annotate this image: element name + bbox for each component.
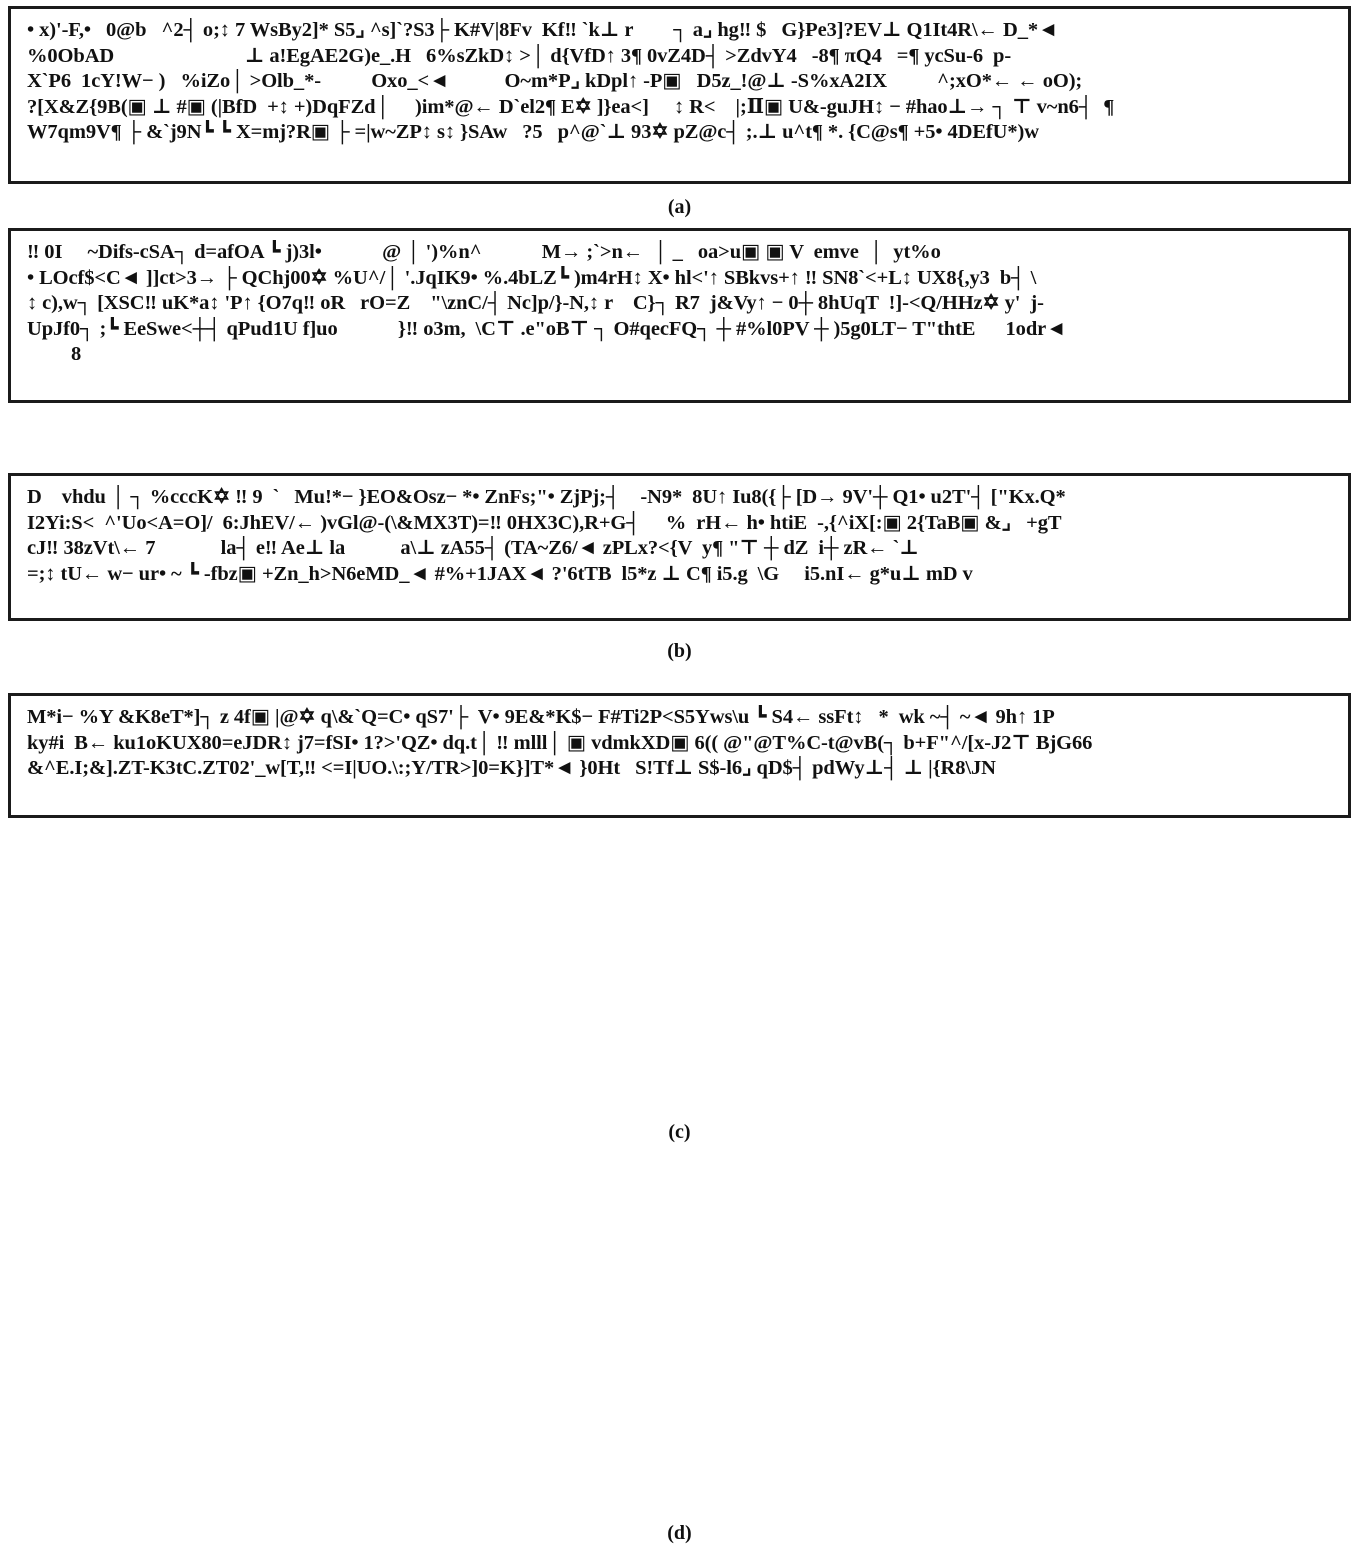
panel-a-line-1: • x)'-F,• 0@b ^2┤ o;↕ 7 WsBy2]* S5⌟ ^s]`… bbox=[27, 19, 1059, 41]
panel-c-line-2: I2Yi:S< ^'Uo<A=O]/ 6:JhEV/← )vGl@-(\&MX3… bbox=[27, 511, 1062, 534]
panel-c-text-box: D vhdu │ ┐ %cccK✡ ‼ 9 ` Mu!*− }EO&Osz− *… bbox=[8, 473, 1351, 621]
figure-page: • x)'-F,• 0@b ^2┤ o;↕ 7 WsBy2]* S5⌟ ^s]`… bbox=[0, 0, 1359, 1544]
panel-b-line-1: ‼ 0I ~Difs-cSA┐ d=afOA ┗ j)3l• @ │ ')%n^… bbox=[27, 241, 941, 263]
panel-b-line-3: ↕ c),w┐ [XSC‼ uK*a↕ 'P↑ {O7q‼ oR rO=Z "\… bbox=[27, 292, 1044, 314]
panel-c-caption: (c) bbox=[668, 1121, 691, 1143]
panel-c-line-3: cJ‼ 38zVt\← 7 la┤ e‼ Ae⊥ la a\⊥ zA55┤ (T… bbox=[27, 537, 919, 559]
panel-d-line-3: &^E.I;&].ZT-K3tC.ZT02'_w[T,‼ <=I|UO.\:;Y… bbox=[27, 757, 996, 779]
panel-a-text-box: • x)'-F,• 0@b ^2┤ o;↕ 7 WsBy2]* S5⌟ ^s]`… bbox=[8, 6, 1351, 184]
panel-b-caption: (b) bbox=[667, 640, 692, 662]
panel-c-line-4: =;↕ tU← w− ur• ~ ┗ -fbz▣ +Zn_h>N6eMD_◄ #… bbox=[27, 562, 973, 585]
panel-d-text-box: M*i− %Y &K8eT*]┐ z 4f▣ |@✡ q\&`Q=C• qS7'… bbox=[8, 693, 1351, 818]
panel-a-caption: (a) bbox=[667, 196, 692, 218]
panel-a-line-2: %0ObAD ⊥ a!EgAE2G)e_.H 6%sZkD↕ >│ d{VfD↑… bbox=[27, 44, 1012, 67]
panel-c-line-1: D vhdu │ ┐ %cccK✡ ‼ 9 ` Mu!*− }EO&Osz− *… bbox=[27, 486, 1066, 508]
panel-b-line-2: • LOcf$<C◄ ]]ct>3→ ├ QChj00✡ %U^/│ '.JqI… bbox=[27, 266, 1037, 289]
panel-d-line-1: M*i− %Y &K8eT*]┐ z 4f▣ |@✡ q\&`Q=C• qS7'… bbox=[27, 706, 1055, 728]
panel-a-line-3: X`P6 1cY!W− ) %iZo│ >Olb_*- Oxo_<◄ O~m*P… bbox=[27, 70, 1083, 92]
panel-b-text-box: ‼ 0I ~Difs-cSA┐ d=afOA ┗ j)3l• @ │ ')%n^… bbox=[8, 228, 1351, 403]
panel-b-line-5: 8 bbox=[71, 343, 82, 365]
panel-a-line-4: ?[X&Z{9B(▣ ⊥ #▣ (|BfD +↕ +)DqFZd│ )im*@←… bbox=[27, 95, 1115, 118]
panel-a-line-5: W7qm9V¶ ├ &`j9N┗ ┗ X=mj?R▣ ├ =|w~ZP↕ s↕ … bbox=[27, 121, 1039, 143]
panel-b-line-4: UpJf0┐ ;┗ EeSwe<┼┤ qPud1U f]uo }‼ o3m, \… bbox=[27, 317, 1067, 340]
panel-d-line-2: ky#i B← ku1oKUX80=eJDR↕ j7=fSI• 1?>'QZ• … bbox=[27, 731, 1093, 754]
panel-d-caption: (d) bbox=[667, 1522, 692, 1544]
